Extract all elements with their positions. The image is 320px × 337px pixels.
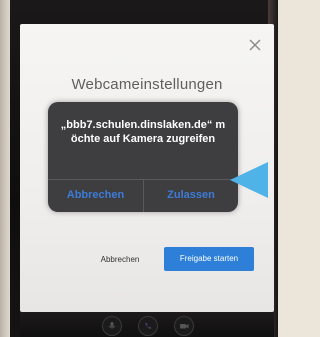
microphone-button[interactable] [102, 316, 122, 336]
prompt-allow-button[interactable]: Zulassen [144, 179, 238, 212]
prompt-cancel-button[interactable]: Abbrechen [48, 179, 143, 212]
microphone-icon [108, 322, 116, 329]
modal-title: Webcameinstellungen [71, 76, 223, 93]
permission-message: „bbb7.schulen.dinslaken.de“ möchte auf K… [60, 119, 226, 145]
phone-icon [145, 323, 151, 329]
camera-icon [180, 324, 189, 329]
arrow-pointer-icon [230, 162, 268, 198]
start-sharing-button[interactable]: Freigabe starten [164, 247, 254, 271]
phone-button[interactable] [138, 316, 158, 336]
camera-permission-prompt: „bbb7.schulen.dinslaken.de“ möchte auf K… [48, 102, 238, 212]
meeting-toolbar [20, 312, 274, 337]
cancel-button[interactable]: Abbrechen [88, 249, 152, 271]
close-icon[interactable] [248, 38, 262, 52]
camera-button[interactable] [174, 316, 194, 336]
